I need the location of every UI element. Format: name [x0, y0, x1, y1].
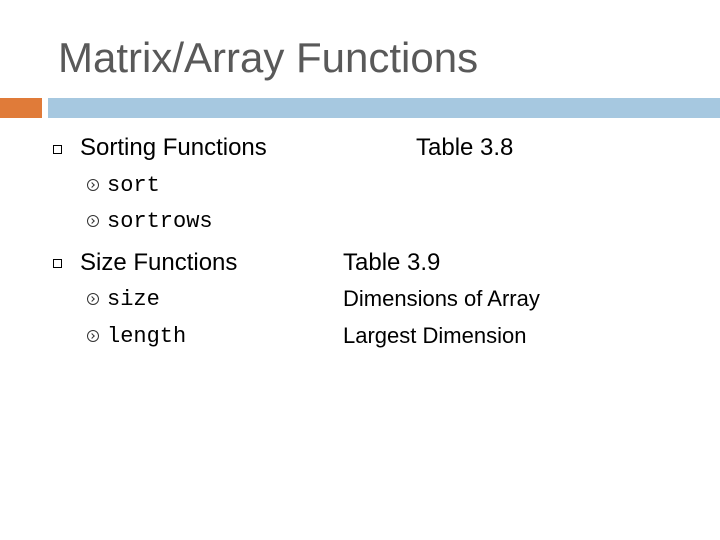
- circle-chevron-bullet-icon: [87, 293, 99, 305]
- circle-chevron-bullet-icon: [87, 215, 99, 227]
- function-name: sortrows: [107, 209, 213, 234]
- table-reference: Table 3.9: [343, 249, 441, 276]
- function-name: size: [107, 287, 160, 312]
- function-description: Dimensions of Array: [343, 286, 540, 311]
- circle-chevron-bullet-icon: [87, 330, 99, 342]
- circle-chevron-bullet-icon: [87, 179, 99, 191]
- title-divider-bar: [48, 98, 720, 118]
- slide-title: Matrix/Array Functions: [58, 34, 479, 81]
- function-description: Largest Dimension: [343, 323, 527, 348]
- title-accent-bar: [0, 98, 42, 118]
- table-reference: Table 3.8: [416, 134, 514, 161]
- square-bullet-icon: [53, 145, 62, 154]
- function-name: length: [107, 324, 187, 349]
- section-heading: Size Functions: [80, 249, 238, 276]
- function-name: sort: [107, 173, 160, 198]
- section-heading: Sorting Functions: [80, 134, 267, 161]
- square-bullet-icon: [53, 259, 62, 268]
